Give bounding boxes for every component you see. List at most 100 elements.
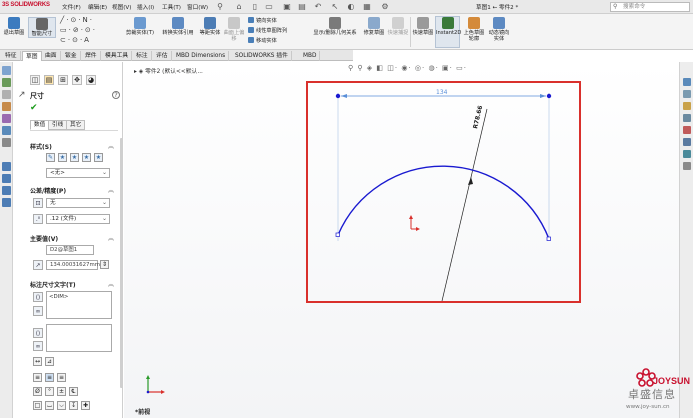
zoom-fit-icon[interactable]: ⚲ xyxy=(348,64,354,72)
smart-dimension-button[interactable]: 智能尺寸 xyxy=(28,17,56,38)
dimxpert-tab-icon[interactable]: ✥ xyxy=(72,75,82,85)
shaded-contours-button[interactable]: 上色草图轮廓 xyxy=(462,17,486,42)
dimension-name-field[interactable]: D2@草图1 xyxy=(46,245,94,255)
property-tab-icon[interactable]: ▤ xyxy=(44,75,54,85)
file-explorer-icon[interactable] xyxy=(683,102,691,110)
undo-icon[interactable]: ↶ xyxy=(313,2,323,12)
options-icon[interactable]: ⚙ xyxy=(380,2,390,12)
symbol-counterbore-icon[interactable]: ⌴ xyxy=(45,401,54,410)
display-manager-icon[interactable] xyxy=(2,114,11,123)
tab-mbd-dimensions[interactable]: MBD Dimensions xyxy=(173,51,230,61)
search-input[interactable]: ⚲ 搜索命令 xyxy=(610,2,690,12)
heads-up-view-toolbar[interactable]: ⚲ ⚲ ◈ ◧ ◫· ◉· ◎· ◍· ▣· ▭· xyxy=(348,64,467,72)
display-style-icon[interactable]: ◉· xyxy=(401,64,411,72)
align-center-icon[interactable]: ≡ xyxy=(45,373,54,382)
linear-pattern-button[interactable]: 线性草图阵列 xyxy=(248,27,287,35)
tab-solidworks-addins[interactable]: SOLIDWORKS 插件 xyxy=(232,51,292,61)
hide-show-icon[interactable]: ◎· xyxy=(415,64,425,72)
dynamic-mirror-button[interactable]: 动态镜向实体 xyxy=(487,17,511,42)
tolerance-type-combo[interactable]: 无 ⌄ xyxy=(46,198,110,208)
symbol-depth-icon[interactable]: ↧ xyxy=(69,401,78,410)
repair-sketch-button[interactable]: 修复草图 xyxy=(363,17,385,36)
more-symbols-icon[interactable]: ✚ xyxy=(81,401,90,410)
collapse-icon[interactable]: ︽ xyxy=(108,279,114,288)
previous-view-icon[interactable]: ◈ xyxy=(367,64,373,72)
display-settings-icon[interactable]: ▭· xyxy=(456,64,467,72)
zoom-area-icon[interactable]: ⚲ xyxy=(357,64,363,72)
save-icon[interactable]: ▣ xyxy=(282,2,292,12)
new-document-icon[interactable]: ▯ xyxy=(250,2,260,12)
apply-style-icon[interactable]: ✎ xyxy=(46,153,55,162)
pattern-tool-icon[interactable] xyxy=(2,198,11,207)
rebuild-icon[interactable]: ◐ xyxy=(346,2,356,12)
move-entities-button[interactable]: 移动实体 xyxy=(248,37,277,45)
tab-other[interactable]: 其它 xyxy=(66,120,86,130)
menu-insert[interactable]: 插入(I) xyxy=(137,3,154,11)
symbol-plusminus-icon[interactable]: ± xyxy=(57,387,66,396)
solidworks-resources-icon[interactable] xyxy=(683,78,691,86)
menu-file[interactable]: 文件(F) xyxy=(62,3,81,11)
tab-sheet-metal[interactable]: 钣金 xyxy=(62,51,81,61)
tolerance-section-title[interactable]: 公差/精度(P) xyxy=(30,186,66,195)
menu-edit[interactable]: 编辑(E) xyxy=(88,3,107,11)
view-orientation-icon[interactable]: ◫· xyxy=(387,64,398,72)
tab-mbd[interactable]: MBD xyxy=(300,51,321,61)
dimension-tool-icon[interactable] xyxy=(2,174,11,183)
collapse-icon[interactable]: ︽ xyxy=(108,233,114,242)
dimension-text-section-title[interactable]: 标注尺寸文字(T) xyxy=(30,280,76,289)
sketch-tool-icon[interactable] xyxy=(2,162,11,171)
check-icon[interactable]: ✔ xyxy=(30,103,38,113)
select-icon[interactable]: ↖ xyxy=(330,2,340,12)
section-view-icon[interactable]: ◧ xyxy=(376,64,384,72)
dimension-value-field[interactable]: 134.00031627mm xyxy=(46,260,100,270)
config-tab-icon[interactable]: ⊞ xyxy=(58,75,68,85)
style-combo[interactable]: <无> ⌄ xyxy=(46,168,110,178)
rapid-snap-button[interactable]: 快速捕捉 xyxy=(387,17,409,36)
tab-markup[interactable]: 标注 xyxy=(133,51,152,61)
scene-icon[interactable]: ▣· xyxy=(442,64,453,72)
file-properties-icon[interactable]: ▦ xyxy=(362,2,372,12)
relation-tool-icon[interactable] xyxy=(2,186,11,195)
save-style-icon[interactable]: ★ xyxy=(58,153,67,162)
pin-icon[interactable]: ⚲ xyxy=(215,2,225,12)
instant2d-button[interactable]: Instant2D xyxy=(435,16,461,48)
tab-mold-tools[interactable]: 模具工具 xyxy=(102,51,133,61)
property-manager-icon[interactable] xyxy=(2,78,11,87)
symbol-diameter-icon[interactable]: Ø xyxy=(33,387,42,396)
menu-view[interactable]: 视图(V) xyxy=(112,3,131,11)
forum-icon[interactable] xyxy=(683,150,691,158)
line-tools-row[interactable]: ╱·⊙·N· xyxy=(60,17,94,24)
menu-tools[interactable]: 工具(T) xyxy=(162,3,181,11)
add-style-icon[interactable]: ★ xyxy=(70,153,79,162)
design-library-icon[interactable] xyxy=(683,90,691,98)
tab-features[interactable]: 特征 xyxy=(2,51,21,61)
align-left-icon[interactable]: ≡ xyxy=(33,373,42,382)
symbol-degree-icon[interactable]: ° xyxy=(45,387,54,396)
collapse-icon[interactable]: ︽ xyxy=(108,185,114,194)
tools-icon[interactable] xyxy=(683,162,691,170)
menu-window[interactable]: 窗口(W) xyxy=(187,3,208,11)
dim-text-above-box[interactable]: <DIM> xyxy=(46,291,112,319)
tab-surfaces[interactable]: 曲面 xyxy=(42,51,61,61)
appearance-icon[interactable]: ◍· xyxy=(428,64,438,72)
home-icon[interactable]: ⌂ xyxy=(234,2,244,12)
symbol-square-icon[interactable]: □ xyxy=(33,401,42,410)
offset-on-surface-button[interactable]: 曲面上偏移 xyxy=(222,17,246,42)
configuration-manager-icon[interactable] xyxy=(2,90,11,99)
delete-style-icon[interactable]: ★ xyxy=(82,153,91,162)
custom-properties-icon[interactable] xyxy=(683,138,691,146)
dim-tool2-icon[interactable]: ⊿ xyxy=(45,357,54,366)
dim-text-below-box[interactable] xyxy=(46,324,112,352)
style-section-title[interactable]: 样式(S) xyxy=(30,142,52,151)
help-icon[interactable]: ? xyxy=(112,91,120,99)
exit-sketch-button[interactable]: 退出草图 xyxy=(2,17,26,36)
tab-leaders[interactable]: 引线 xyxy=(48,120,68,130)
precision-combo[interactable]: .12 (文件) ⌄ xyxy=(46,214,110,224)
tab-value[interactable]: 数值 xyxy=(30,120,50,130)
appearances-icon[interactable] xyxy=(683,126,691,134)
feature-manager-icon[interactable] xyxy=(2,66,11,75)
tab-sketch[interactable]: 草图 xyxy=(22,51,42,61)
primary-value-section-title[interactable]: 主要值(V) xyxy=(30,234,58,243)
trim-entities-button[interactable]: 剪裁实体(T) xyxy=(123,17,157,36)
print-icon[interactable]: ▤ xyxy=(297,2,307,12)
